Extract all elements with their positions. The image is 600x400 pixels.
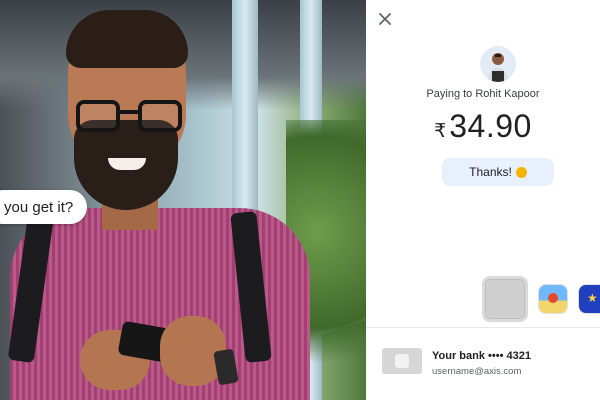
night-sky-sticker[interactable] bbox=[578, 284, 600, 314]
smiling-face-icon bbox=[515, 166, 527, 178]
person-avatar-icon bbox=[480, 46, 516, 82]
blank-sticker[interactable] bbox=[482, 276, 528, 322]
avatar[interactable] bbox=[480, 46, 516, 82]
person-smile bbox=[108, 158, 146, 170]
paying-to-label: Paying to Rohit Kapoor bbox=[426, 88, 540, 100]
amount-value: 34.90 bbox=[449, 108, 532, 144]
person-hair bbox=[66, 10, 188, 68]
bank-account-name[interactable]: Your bank •••• 4321 bbox=[432, 350, 531, 362]
hero-photo: you get it? bbox=[0, 0, 366, 400]
close-icon[interactable] bbox=[376, 10, 394, 28]
bank-icon bbox=[382, 348, 422, 374]
beach-sticker[interactable] bbox=[538, 284, 568, 314]
payment-panel: Paying to Rohit Kapoor ₹ 34.90 Thanks! Y… bbox=[366, 0, 600, 400]
note-field[interactable]: Thanks! bbox=[442, 158, 554, 186]
note-text: Thanks! bbox=[469, 165, 512, 179]
upi-id: username@axis.com bbox=[432, 366, 522, 377]
chat-bubble: you get it? bbox=[0, 190, 88, 224]
payment-amount[interactable]: ₹ 34.90 bbox=[366, 108, 600, 145]
currency-symbol: ₹ bbox=[434, 121, 447, 142]
chat-bubble-text: you get it? bbox=[4, 198, 74, 216]
glasses-icon bbox=[76, 100, 182, 134]
divider bbox=[366, 327, 600, 328]
